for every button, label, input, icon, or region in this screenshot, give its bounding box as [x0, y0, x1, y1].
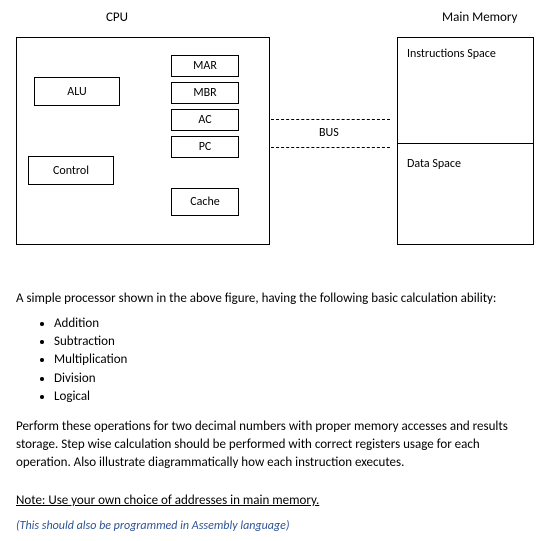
ac-label: AC: [198, 113, 211, 127]
data-space-label: Data Space: [407, 157, 461, 171]
mbr-box: MBR: [171, 82, 239, 104]
instr-space-label: Instructions Space: [407, 47, 496, 61]
intro-text: A simple processor shown in the above fi…: [16, 290, 526, 308]
bus-line-top: [271, 119, 390, 120]
cache-label: Cache: [190, 195, 220, 209]
control-box: Control: [28, 156, 114, 185]
mar-box: MAR: [171, 55, 239, 77]
task-text: Perform these operations for two decimal…: [16, 418, 536, 473]
cache-box: Cache: [171, 188, 239, 216]
pc-label: PC: [199, 140, 212, 154]
control-label: Control: [53, 164, 89, 178]
cpu-heading: CPU: [106, 10, 128, 25]
pc-box: PC: [171, 136, 239, 158]
bus-label: BUS: [319, 126, 339, 140]
bus-line-bottom: [271, 147, 390, 148]
mar-label: MAR: [193, 59, 217, 73]
op-item: Addition: [54, 315, 526, 333]
op-item: Multiplication: [54, 351, 526, 369]
op-item: Division: [54, 370, 526, 388]
ac-box: AC: [171, 109, 239, 131]
memory-divider: [397, 143, 534, 144]
mbr-label: MBR: [193, 86, 216, 100]
memory-container: [397, 37, 534, 245]
op-item: Subtraction: [54, 333, 526, 351]
note-text: Note: Use your own choice of addresses i…: [16, 492, 319, 510]
asm-note: (This should also be programmed in Assem…: [16, 518, 289, 535]
operations-list: Addition Subtraction Multiplication Divi…: [16, 315, 526, 406]
alu-label: ALU: [67, 85, 86, 99]
alu-box: ALU: [34, 77, 120, 106]
memory-heading: Main Memory: [442, 10, 517, 25]
op-item: Logical: [54, 388, 526, 406]
